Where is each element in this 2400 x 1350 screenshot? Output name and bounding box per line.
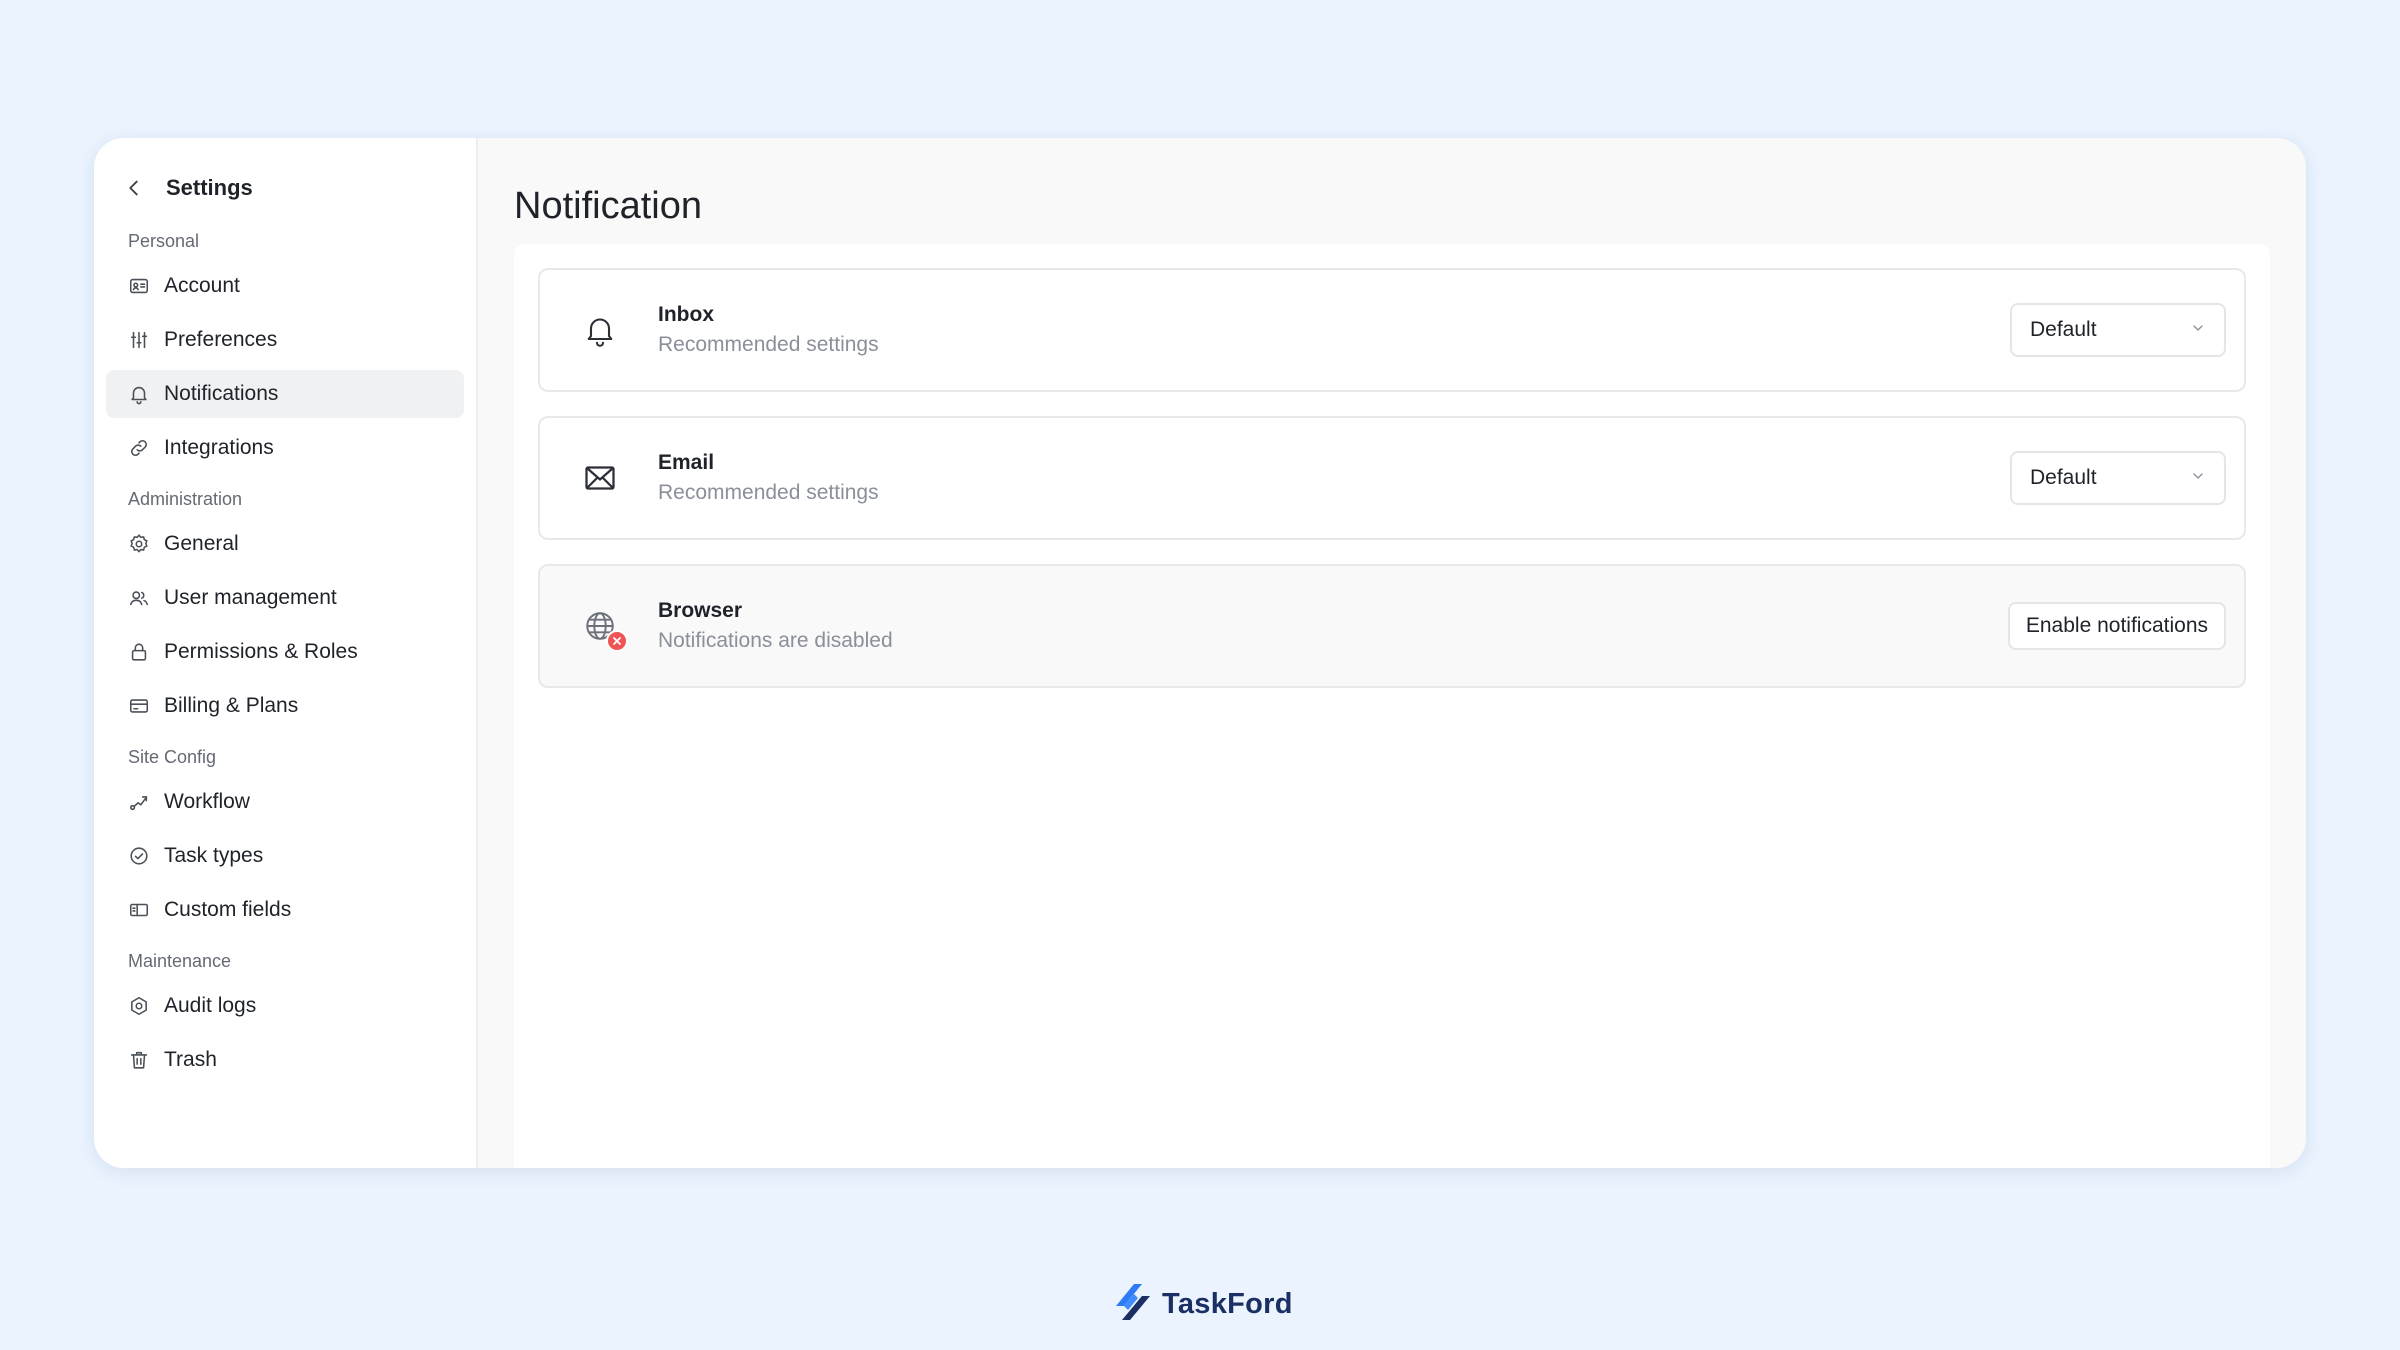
sidebar-item-user-management[interactable]: User management [106, 574, 464, 622]
inbox-notification-select[interactable]: Default [2010, 303, 2226, 357]
channel-subtitle: Recommended settings [658, 333, 879, 356]
chevron-left-icon[interactable] [120, 174, 148, 202]
sidebar-item-label: Billing & Plans [164, 694, 299, 717]
custom-fields-icon [128, 899, 150, 921]
brand-name: TaskFord [1162, 1288, 1293, 1320]
channel-card-inbox: Inbox Recommended settings Default [538, 268, 2246, 392]
hexagon-gear-icon [128, 995, 150, 1017]
sidebar-item-task-types[interactable]: Task types [106, 832, 464, 880]
sidebar-item-label: Permissions & Roles [164, 640, 358, 663]
channel-card-browser: Browser Notifications are disabled Enabl… [538, 564, 2246, 688]
channel-info: Email Recommended settings [658, 448, 2010, 508]
workflow-icon [128, 791, 150, 813]
check-circle-icon [128, 845, 150, 867]
globe-icon [580, 606, 628, 652]
channel-subtitle: Recommended settings [658, 481, 879, 504]
main-content: Notification Inbox Recommended settings … [478, 138, 2306, 1168]
section-label-personal: Personal [128, 231, 200, 251]
channel-subtitle: Notifications are disabled [658, 629, 893, 652]
channel-title: Browser [658, 599, 743, 622]
sidebar-item-label: User management [164, 586, 337, 609]
sidebar-item-custom-fields[interactable]: Custom fields [106, 886, 464, 934]
sidebar-header: Settings [106, 164, 464, 212]
sidebar-title: Settings [166, 175, 253, 200]
sidebar-item-label: Account [164, 274, 240, 297]
sidebar-item-trash[interactable]: Trash [106, 1036, 464, 1084]
lock-icon [128, 641, 150, 663]
channel-info: Browser Notifications are disabled [658, 596, 2008, 656]
sidebar-item-notifications[interactable]: Notifications [106, 370, 464, 418]
settings-sidebar: Settings Personal Account Preferences No… [94, 138, 478, 1168]
credit-card-icon [128, 695, 150, 717]
select-value: Default [2030, 318, 2097, 341]
users-icon [128, 587, 150, 609]
sidebar-item-integrations[interactable]: Integrations [106, 424, 464, 472]
sidebar-item-label: General [164, 532, 239, 555]
sidebar-item-permissions-roles[interactable]: Permissions & Roles [106, 628, 464, 676]
notification-panel: Inbox Recommended settings Default Email… [514, 244, 2270, 1168]
taskford-logo-icon [1112, 1280, 1154, 1329]
page-title: Notification [514, 185, 702, 227]
sidebar-item-label: Workflow [164, 790, 250, 813]
sidebar-item-label: Audit logs [164, 994, 257, 1017]
trash-icon [128, 1049, 150, 1071]
sidebar-item-billing-plans[interactable]: Billing & Plans [106, 682, 464, 730]
sidebar-item-label: Preferences [164, 328, 278, 351]
envelope-icon [580, 458, 620, 498]
settings-window: Settings Personal Account Preferences No… [94, 138, 2306, 1168]
id-card-icon [128, 275, 150, 297]
channel-title: Inbox [658, 303, 714, 326]
section-label-administration: Administration [128, 489, 243, 509]
bell-icon [128, 383, 150, 405]
sidebar-item-label: Task types [164, 844, 264, 867]
sidebar-item-audit-logs[interactable]: Audit logs [106, 982, 464, 1030]
link-icon [128, 437, 150, 459]
section-label-site-config: Site Config [128, 747, 217, 767]
chevron-down-icon [2190, 466, 2206, 490]
channel-info: Inbox Recommended settings [658, 300, 2010, 360]
sidebar-item-workflow[interactable]: Workflow [106, 778, 464, 826]
sidebar-item-preferences[interactable]: Preferences [106, 316, 464, 364]
channel-title: Email [658, 451, 715, 474]
sidebar-item-general[interactable]: General [106, 520, 464, 568]
sidebar-item-label: Trash [164, 1048, 217, 1071]
gear-icon [128, 533, 150, 555]
sidebar-item-label: Notifications [164, 382, 279, 405]
bell-icon [580, 310, 620, 350]
brand-logo: TaskFord [1112, 1280, 1293, 1329]
enable-notifications-button[interactable]: Enable notifications [2007, 602, 2226, 650]
error-badge-icon [606, 630, 628, 652]
chevron-down-icon [2190, 318, 2206, 342]
sidebar-item-label: Integrations [164, 436, 274, 459]
sidebar-item-account[interactable]: Account [106, 262, 464, 310]
section-label-maintenance: Maintenance [128, 951, 232, 971]
channel-card-email: Email Recommended settings Default [538, 416, 2246, 540]
sidebar-item-label: Custom fields [164, 898, 292, 921]
sliders-icon [128, 329, 150, 351]
select-value: Default [2030, 466, 2097, 489]
email-notification-select[interactable]: Default [2010, 451, 2226, 505]
